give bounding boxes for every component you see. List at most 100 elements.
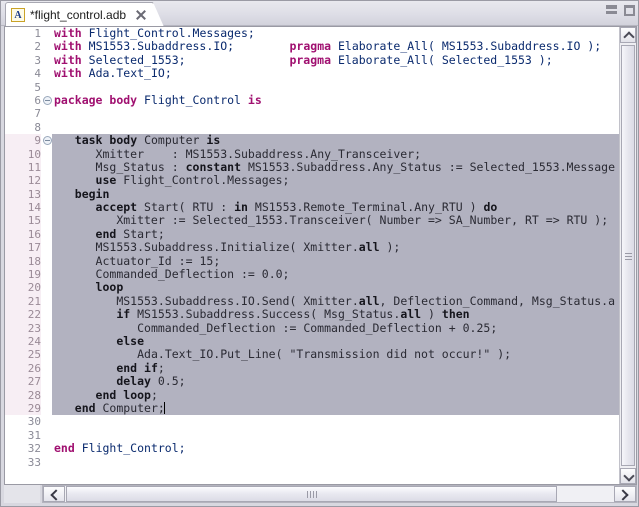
line-number: 15	[5, 214, 41, 228]
line-number: 21	[5, 294, 41, 309]
code-line[interactable]: 10 Xmitter : MS1553.Subaddress.Any_Trans…	[5, 147, 619, 161]
vertical-scrollbar[interactable]	[619, 27, 636, 484]
code-line[interactable]: 12 use Flight_Control.Messages;	[5, 174, 619, 188]
scroll-grip-icon	[306, 491, 317, 498]
code-line[interactable]: 29 end Computer;	[5, 401, 619, 416]
close-icon[interactable]	[134, 8, 147, 21]
code-text: begin	[54, 187, 110, 202]
code-line[interactable]: 21 MS1553.Subaddress.IO.Send( Xmitter.al…	[5, 294, 619, 309]
minimize-icon[interactable]	[606, 5, 617, 14]
code-line[interactable]: 9 task body Computer is	[5, 133, 619, 148]
code-text: else	[54, 334, 145, 349]
code-text: with Selected_1553; pragma Elaborate_All…	[54, 52, 553, 67]
code-text: Msg_Status : constant MS1553.Subaddress.…	[54, 160, 616, 175]
code-text: delay 0.5;	[54, 374, 186, 389]
code-editor[interactable]: 1 with Flight_Control.Messages; 2 with MS15…	[4, 26, 637, 485]
line-number: 18	[5, 254, 41, 269]
code-line[interactable]: 7	[5, 107, 619, 121]
code-text: Xmitter := Selected_1553.Transceiver( Nu…	[54, 214, 609, 228]
code-text: Xmitter : MS1553.Subaddress.Any_Transcei…	[54, 147, 422, 161]
code-text: MS1553.Subaddress.IO.Send( Xmitter.all, …	[54, 294, 616, 309]
line-number: 33	[5, 455, 41, 469]
code-line[interactable]: 31	[5, 428, 619, 443]
line-number: 20	[5, 281, 41, 295]
code-line[interactable]: 26 end if;	[5, 361, 619, 376]
code-line[interactable]: 22 if MS1553.Subaddress.Success( Msg_Sta…	[5, 308, 619, 322]
code-text: end Flight_Control;	[54, 441, 186, 456]
window-controls	[606, 5, 635, 16]
code-text: Commanded_Deflection := 0.0;	[54, 267, 290, 282]
maximize-icon[interactable]	[624, 5, 635, 16]
code-line[interactable]: 25 Ada.Text_IO.Put_Line( "Transmission d…	[5, 348, 619, 362]
line-number: 30	[5, 415, 41, 429]
code-line[interactable]: 11 Msg_Status : constant MS1553.Subaddre…	[5, 160, 619, 175]
code-text: with Flight_Control.Messages;	[54, 27, 255, 40]
line-number: 22	[5, 308, 41, 322]
scroll-grip-icon	[625, 251, 632, 261]
editor-window: A *flight_control.adb 1 with Flight_Contr…	[0, 0, 639, 507]
code-line[interactable]: 1 with Flight_Control.Messages;	[5, 27, 619, 41]
fold-collapse-icon[interactable]	[43, 136, 52, 146]
code-line[interactable]: 30	[5, 415, 619, 429]
code-line[interactable]: 23 Commanded_Deflection := Commanded_Def…	[5, 321, 619, 335]
code-text: end Start;	[54, 227, 165, 242]
code-line[interactable]: 17 MS1553.Subaddress.Initialize( Xmitter…	[5, 241, 619, 255]
code-text-area[interactable]: 1 with Flight_Control.Messages; 2 with MS15…	[5, 27, 619, 484]
code-text: with MS1553.Subaddress.IO; pragma Elabor…	[54, 39, 602, 54]
code-line[interactable]: 15 Xmitter := Selected_1553.Transceiver(…	[5, 214, 619, 228]
code-line[interactable]: 28 end loop;	[5, 388, 619, 402]
code-line[interactable]: 5	[5, 80, 619, 94]
line-number: 28	[5, 388, 41, 402]
tab-title: *flight_control.adb	[30, 7, 127, 22]
code-text: Commanded_Deflection := Commanded_Deflec…	[54, 321, 498, 335]
code-text: MS1553.Subaddress.Initialize( Xmitter.al…	[54, 241, 401, 255]
code-line[interactable]: 18 Actuator_Id := 15;	[5, 254, 619, 269]
line-number: 19	[5, 268, 41, 282]
line-number: 2	[5, 40, 41, 54]
code-text: end loop;	[54, 388, 158, 402]
code-line[interactable]: 27 delay 0.5;	[5, 374, 619, 389]
code-line[interactable]: 16 end Start;	[5, 227, 619, 242]
scroll-down-icon[interactable]	[620, 468, 636, 484]
tab-bar: A *flight_control.adb	[1, 1, 638, 27]
scroll-left-icon[interactable]	[43, 486, 65, 502]
fold-collapse-icon[interactable]	[43, 95, 52, 105]
code-line[interactable]: 6 package body Flight_Control is	[5, 92, 619, 108]
code-text: with Ada.Text_IO;	[54, 66, 172, 81]
code-line[interactable]: 33	[5, 455, 619, 469]
vertical-scroll-thumb[interactable]	[621, 45, 635, 466]
text-caret	[163, 401, 165, 414]
code-text: package body Flight_Control is	[54, 92, 262, 107]
line-number: 6	[5, 93, 41, 108]
horizontal-scroll-thumb[interactable]	[66, 486, 557, 502]
horizontal-scrollbar[interactable]	[42, 485, 637, 503]
line-number: 14	[5, 201, 41, 215]
code-text: use Flight_Control.Messages;	[54, 174, 290, 188]
code-line[interactable]: 20 loop	[5, 281, 619, 295]
scroll-up-icon[interactable]	[620, 27, 636, 43]
line-number: 31	[5, 428, 41, 443]
code-text: Ada.Text_IO.Put_Line( "Transmission did …	[54, 348, 512, 362]
code-line[interactable]: 14 accept Start( RTU : in MS1553.Remote_…	[5, 200, 619, 215]
horizontal-scrollbar-area	[4, 485, 637, 503]
line-number: 13	[5, 187, 41, 202]
code-line[interactable]: 8	[5, 120, 619, 135]
code-line[interactable]: 2 with MS1553.Subaddress.IO; pragma Elabo…	[5, 39, 619, 54]
line-number: 17	[5, 241, 41, 255]
code-line[interactable]: 3 with Selected_1553; pragma Elaborate_Al…	[5, 52, 619, 68]
code-text: end if;	[54, 361, 165, 376]
code-line[interactable]: 24 else	[5, 334, 619, 349]
scroll-right-icon[interactable]	[614, 486, 636, 502]
line-number: 11	[5, 160, 41, 175]
code-line[interactable]: 4 with Ada.Text_IO;	[5, 66, 619, 81]
code-line[interactable]: 32 end Flight_Control;	[5, 441, 619, 456]
line-number: 3	[5, 53, 41, 68]
line-number: 23	[5, 321, 41, 335]
code-text: task body Computer is	[54, 133, 221, 148]
line-number: 9	[5, 134, 41, 148]
code-text: accept Start( RTU : in MS1553.Remote_Ter…	[54, 200, 498, 215]
line-number: 29	[5, 401, 41, 416]
editor-tab-flight-control-adb[interactable]: A *flight_control.adb	[5, 2, 165, 27]
code-line[interactable]: 19 Commanded_Deflection := 0.0;	[5, 267, 619, 282]
code-line[interactable]: 13 begin	[5, 187, 619, 202]
